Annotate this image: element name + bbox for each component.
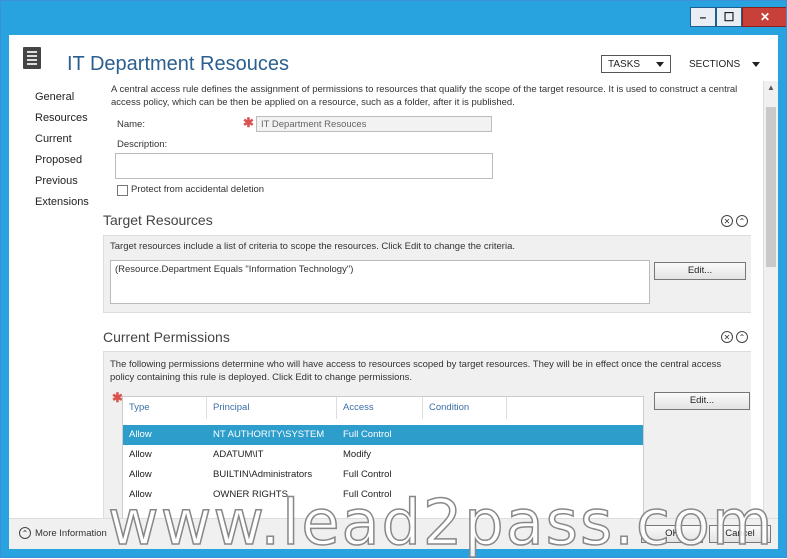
rule-description-text: A central access rule defines the assign… [111,84,738,108]
cell-principal: ADATUM\IT [213,449,264,460]
minimize-button[interactable]: – [690,7,716,27]
cell-principal: BUILTIN\Administrators [213,469,313,480]
chevron-down-icon [752,61,761,67]
tasks-dropdown[interactable]: TASKS [601,55,671,73]
expand-icon: ⌃ [19,527,31,539]
more-information-toggle[interactable]: ⌃ More Information [19,527,107,539]
maximize-button[interactable]: ☐ [716,7,742,27]
more-information-label: More Information [35,527,107,539]
main-content: A central access rule defines the assign… [101,81,751,527]
section-nav: General Resources Current Proposed Previ… [35,91,95,217]
required-icon: ✱ [243,115,254,130]
collapse-section-icon[interactable]: ⌃ [736,215,748,227]
cell-type: Allow [129,429,152,440]
nav-item-extensions[interactable]: Extensions [35,196,95,208]
criteria-box: (Resource.Department Equals "Information… [110,260,650,304]
target-resources-panel: Target resources include a list of crite… [103,235,751,313]
table-row[interactable]: Allow BUILTIN\Administrators Full Contro… [123,465,643,485]
permissions-help: The following permissions determine who … [110,359,722,383]
current-permissions-heading: Current Permissions [103,329,230,345]
cell-type: Allow [129,449,152,460]
sections-dropdown[interactable]: SECTIONS [689,55,761,73]
column-header-principal[interactable]: Principal [207,397,337,419]
cell-access: Full Control [343,489,392,500]
name-field[interactable]: IT Department Resouces [256,116,492,132]
nav-item-current[interactable]: Current [35,133,95,145]
target-resources-heading: Target Resources [103,212,213,228]
vertical-scrollbar[interactable]: ▲ ▼ [763,81,778,529]
edit-permissions-button[interactable]: Edit... [654,392,750,410]
dialog-window: – ☐ ✕ IT Department Resouces TASKS SECTI… [0,0,787,558]
name-label: Name: [117,119,145,130]
page-header: IT Department Resouces TASKS SECTIONS [9,35,778,83]
chevron-down-icon [656,61,664,67]
description-label: Description: [117,139,168,150]
column-header-access[interactable]: Access [337,397,423,419]
cell-principal: OWNER RIGHTS [213,489,288,500]
nav-item-resources[interactable]: Resources [35,112,95,124]
nav-item-proposed[interactable]: Proposed [35,154,95,166]
cell-type: Allow [129,489,152,500]
tasks-label: TASKS [608,58,641,70]
table-row[interactable]: Allow NT AUTHORITY\SYSTEM Full Control [123,425,643,445]
nav-item-previous[interactable]: Previous [35,175,95,187]
protect-label: Protect from accidental deletion [131,184,265,195]
close-section-icon[interactable]: ✕ [721,215,733,227]
cell-access: Full Control [343,469,392,480]
close-section-icon[interactable]: ✕ [721,331,733,343]
protect-checkbox[interactable] [117,185,128,196]
cell-principal: NT AUTHORITY\SYSTEM [213,429,325,440]
column-header-condition[interactable]: Condition [423,397,507,419]
scroll-up-icon[interactable]: ▲ [764,83,778,92]
sections-label: SECTIONS [689,58,741,70]
table-row[interactable]: Allow ADATUM\IT Modify [123,445,643,465]
edit-criteria-button[interactable]: Edit... [654,262,746,280]
target-resources-help: Target resources include a list of crite… [110,241,515,252]
table-row[interactable]: Allow OWNER RIGHTS Full Control [123,485,643,505]
document-icon [23,47,41,69]
permissions-table: Type Principal Access Condition Allow NT… [122,396,644,527]
description-field[interactable] [115,153,493,179]
dialog-footer: ⌃ More Information OK Cancel [9,518,778,549]
column-header-type[interactable]: Type [123,397,207,419]
cell-access: Full Control [343,429,392,440]
client-area: IT Department Resouces TASKS SECTIONS Ge… [9,35,778,549]
collapse-section-icon[interactable]: ⌃ [736,331,748,343]
ok-button[interactable]: OK [641,525,703,543]
title-bar[interactable]: – ☐ ✕ [1,1,786,35]
nav-item-general[interactable]: General [35,91,95,103]
cell-type: Allow [129,469,152,480]
page-title: IT Department Resouces [67,53,289,75]
cell-access: Modify [343,449,371,460]
cancel-button[interactable]: Cancel [709,525,771,543]
close-button[interactable]: ✕ [742,7,786,27]
scrollbar-thumb[interactable] [766,107,776,267]
permissions-panel: The following permissions determine who … [103,351,751,527]
